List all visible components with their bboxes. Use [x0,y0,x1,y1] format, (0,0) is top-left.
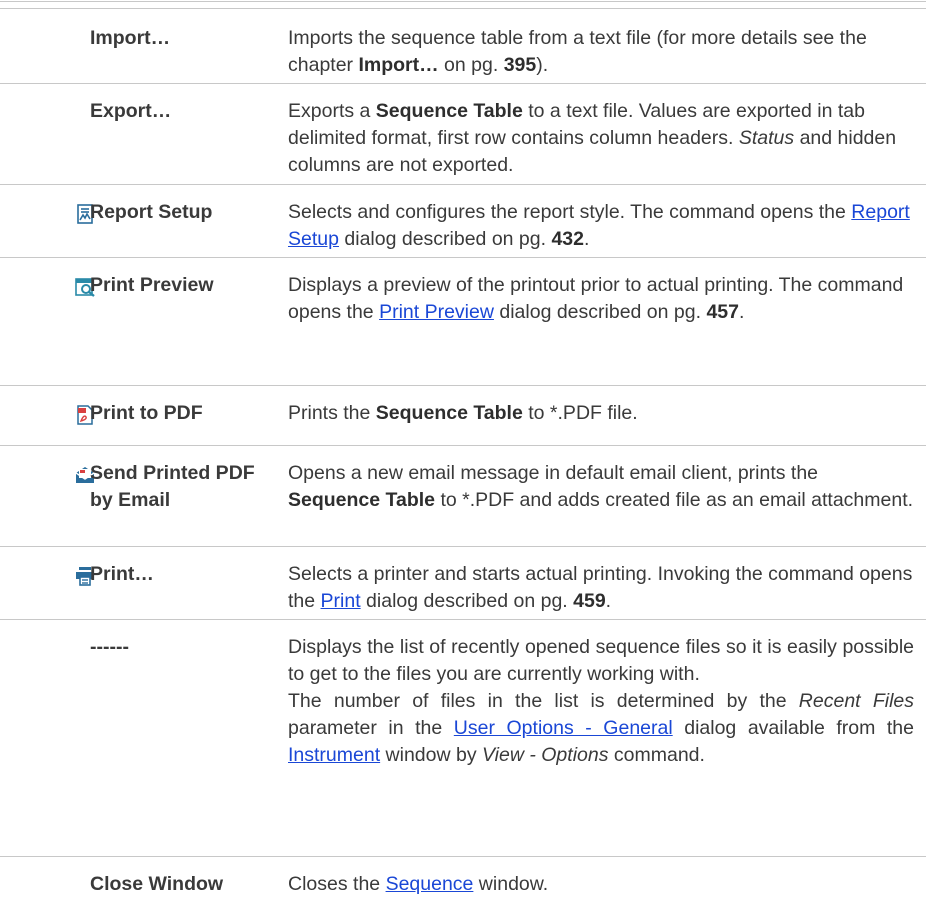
bold-text: Import… [358,54,439,76]
text-run: The number of files in the list is deter… [288,690,799,712]
table-row: Report Setup Selects and configures the r… [0,185,926,258]
text-run: Selects and configures the report style.… [288,201,852,223]
text-run: dialog described on pg. [360,590,574,612]
bold-text: 395 [503,54,537,76]
text-run: to *.PDF file. [522,402,638,424]
table-row: Print… Selects a printer and starts actua… [0,547,926,620]
text-run: window by [380,744,483,766]
command-name-send-printed-pdf-by-email: Send Printed PDF by Email [90,462,255,511]
command-name-print-preview: Print Preview [90,274,214,296]
bold-text: 457 [706,301,739,323]
table-row: Print to PDF Prints the Sequence Table to… [0,386,926,446]
bold-text: 459 [573,590,606,612]
table-row: Print Preview Displays a preview of the p… [0,258,926,386]
text-run: ). [536,54,549,76]
text-run: . [584,228,590,250]
text-run: Exports a [288,100,376,122]
text-run: . [605,590,612,612]
command-description: Prints the Sequence Table to *.PDF file. [288,400,914,427]
command-name-close-window: Close Window [90,873,224,895]
text-run: Prints the [288,402,376,424]
link-sequence[interactable]: Sequence [386,873,474,895]
text-run: window. [473,873,549,895]
text-run: parameter in the [288,717,454,739]
table-row: Send Printed PDF by Email Opens a new ema… [0,446,926,547]
text-run: . [738,301,745,323]
command-description: Opens a new email message in default ema… [288,460,914,514]
text-run: dialog described on pg. [493,301,707,323]
top-rule [0,0,926,10]
command-name-print: Print… [90,563,154,585]
command-description: Displays a preview of the printout prior… [288,272,914,326]
command-description: Imports the sequence table from a text f… [288,25,914,79]
table-row: Export… Exports a Sequence Table to a tex… [0,84,926,185]
italic-text: Status [738,127,795,149]
text-run: dialog described on pg. [338,228,552,250]
link-print[interactable]: Print [321,590,361,612]
command-name-import: Import… [90,27,171,49]
text-run: on pg. [438,54,504,76]
table-row: ------ Displays the list of recently open… [0,620,926,857]
text-run: Closes the [288,873,386,895]
bold-text: Sequence Table [375,100,523,122]
command-table: Import… Imports the sequence table from a… [0,0,926,914]
table-row: Import… Imports the sequence table from a… [0,11,926,84]
italic-text: View - Options [482,744,609,766]
command-name-print-to-pdf: Print to PDF [90,402,203,424]
link-instrument[interactable]: Instrument [288,744,380,766]
bold-text: Sequence Table [288,489,436,511]
command-name-report-setup: Report Setup [90,201,213,223]
command-description: Selects and configures the report style.… [288,199,914,253]
command-description: Closes the Sequence window. [288,871,914,898]
text-run: to *.PDF and adds created file as an ema… [435,489,914,511]
text-run: Displays the list of recently opened seq… [288,636,914,685]
text-run: command. [608,744,705,766]
command-description: Exports a Sequence Table to a text file.… [288,98,914,179]
bold-text: Sequence Table [375,402,523,424]
command-description: Selects a printer and starts actual prin… [288,561,914,615]
text-run: Opens a new email message in default ema… [288,462,819,484]
text-run: dialog available from the [672,717,914,739]
command-name-export: Export… [90,100,172,122]
italic-text: Recent Files [798,690,914,712]
link-user-options-general[interactable]: User Options - General [454,717,673,739]
table-row: Close Window Closes the Sequence window. [0,857,926,914]
command-name-separator: ------ [90,636,129,658]
command-description: Displays the list of recently opened seq… [288,634,914,769]
link-print-preview[interactable]: Print Preview [379,301,494,323]
bold-text: 432 [551,228,584,250]
